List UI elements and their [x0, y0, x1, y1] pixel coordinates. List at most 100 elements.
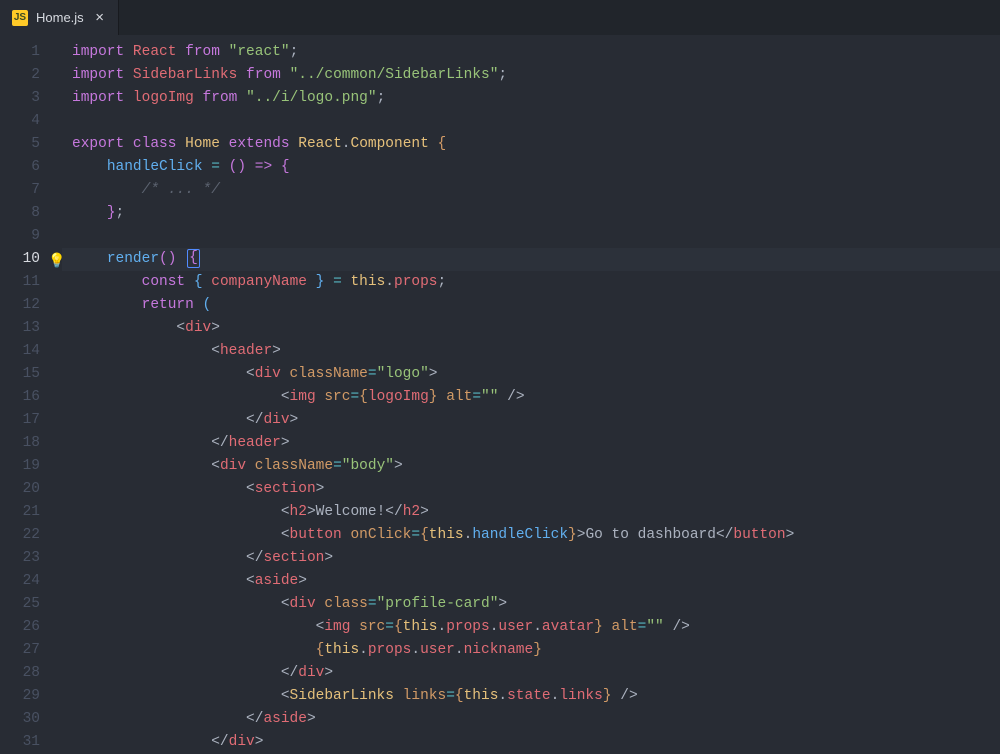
token: avatar	[542, 619, 594, 635]
code-line[interactable]: export class Home extends React.Componen…	[62, 133, 1000, 156]
code-line[interactable]: const { companyName } = this.props;	[62, 271, 1000, 294]
code-line[interactable]: /* ... */	[62, 179, 1000, 202]
token: import	[72, 90, 124, 106]
line-number: 24	[0, 570, 40, 593]
token	[72, 320, 176, 336]
code-line[interactable]: handleClick = () => {	[62, 156, 1000, 179]
close-icon[interactable]: ×	[92, 10, 108, 26]
token: const	[142, 274, 186, 290]
code-line[interactable]: <h2>Welcome!</h2>	[62, 501, 1000, 524]
token	[72, 619, 316, 635]
token	[194, 297, 203, 313]
line-number: 9	[0, 225, 40, 248]
line-number: 2	[0, 64, 40, 87]
token: ;	[377, 90, 386, 106]
code-line[interactable]: <div className="logo">	[62, 363, 1000, 386]
token: >	[307, 711, 316, 727]
token: >	[786, 527, 795, 543]
token	[220, 44, 229, 60]
token: React	[298, 136, 342, 152]
token: </	[211, 435, 228, 451]
code-line[interactable]: </div>	[62, 409, 1000, 432]
token	[72, 159, 107, 175]
token	[72, 205, 107, 221]
code-line[interactable]: <SidebarLinks links={this.state.links} /…	[62, 685, 1000, 708]
token: =	[368, 366, 377, 382]
token	[324, 274, 333, 290]
code-line[interactable]: import React from "react";	[62, 41, 1000, 64]
token: import	[72, 67, 124, 83]
code-line[interactable]: </div>	[62, 662, 1000, 685]
code-line[interactable]: </section>	[62, 547, 1000, 570]
token: section	[263, 550, 324, 566]
line-number: 17	[0, 409, 40, 432]
code-line[interactable]	[62, 225, 1000, 248]
token: from	[185, 44, 220, 60]
code-line[interactable]: import SidebarLinks from "../common/Side…	[62, 64, 1000, 87]
token	[176, 136, 185, 152]
code-line[interactable]: <header>	[62, 340, 1000, 363]
token	[72, 642, 316, 658]
token: "body"	[342, 458, 394, 474]
token: import	[72, 44, 124, 60]
token	[350, 619, 359, 635]
code-line[interactable]: {this.props.user.nickname}	[62, 639, 1000, 662]
token: <	[211, 343, 220, 359]
token	[72, 688, 281, 704]
token: Component	[351, 136, 429, 152]
token: </	[246, 412, 263, 428]
token: className	[290, 366, 368, 382]
token: className	[255, 458, 333, 474]
token: >	[420, 504, 429, 520]
token	[185, 274, 194, 290]
code-line[interactable]	[62, 110, 1000, 133]
token: <	[281, 504, 290, 520]
code-line[interactable]: <aside>	[62, 570, 1000, 593]
token: />	[664, 619, 690, 635]
code-line[interactable]: <img src={this.props.user.avatar} alt=""…	[62, 616, 1000, 639]
token	[394, 688, 403, 704]
token: links	[559, 688, 603, 704]
token: state	[507, 688, 551, 704]
line-number: 26	[0, 616, 40, 639]
token: </	[385, 504, 402, 520]
token: >	[290, 412, 299, 428]
code-line[interactable]: </header>	[62, 432, 1000, 455]
token: <	[281, 596, 290, 612]
token: button	[290, 527, 342, 543]
js-file-icon: JS	[12, 10, 28, 26]
token: /* ... */	[142, 182, 220, 198]
line-number-gutter: 12345678910💡1112131415161718192021222324…	[0, 35, 62, 742]
code-line[interactable]: <button onClick={this.handleClick}>Go to…	[62, 524, 1000, 547]
token: {	[281, 159, 290, 175]
token: extends	[229, 136, 290, 152]
token: <	[281, 527, 290, 543]
token	[220, 159, 229, 175]
token: .	[498, 688, 507, 704]
editor: 12345678910💡1112131415161718192021222324…	[0, 35, 1000, 742]
code-line[interactable]: render() {	[62, 248, 1000, 271]
code-line[interactable]: <section>	[62, 478, 1000, 501]
token: return	[142, 297, 194, 313]
line-number: 18	[0, 432, 40, 455]
code-line[interactable]: </div>	[62, 731, 1000, 754]
token: =>	[255, 159, 272, 175]
token: </	[281, 665, 298, 681]
token: from	[203, 90, 238, 106]
code-area[interactable]: import React from "react";import Sidebar…	[62, 35, 1000, 742]
code-line[interactable]: <div class="profile-card">	[62, 593, 1000, 616]
line-number: 31	[0, 731, 40, 754]
code-line[interactable]: import logoImg from "../i/logo.png";	[62, 87, 1000, 110]
code-line[interactable]: <div className="body">	[62, 455, 1000, 478]
code-line[interactable]: <div>	[62, 317, 1000, 340]
file-tab[interactable]: JS Home.js ×	[0, 0, 119, 35]
line-number: 16	[0, 386, 40, 409]
code-line[interactable]: <img src={logoImg} alt="" />	[62, 386, 1000, 409]
token: ""	[646, 619, 663, 635]
line-number: 6	[0, 156, 40, 179]
token: ;	[438, 274, 447, 290]
code-line[interactable]: </aside>	[62, 708, 1000, 731]
token: ""	[481, 389, 498, 405]
code-line[interactable]: return (	[62, 294, 1000, 317]
code-line[interactable]: };	[62, 202, 1000, 225]
